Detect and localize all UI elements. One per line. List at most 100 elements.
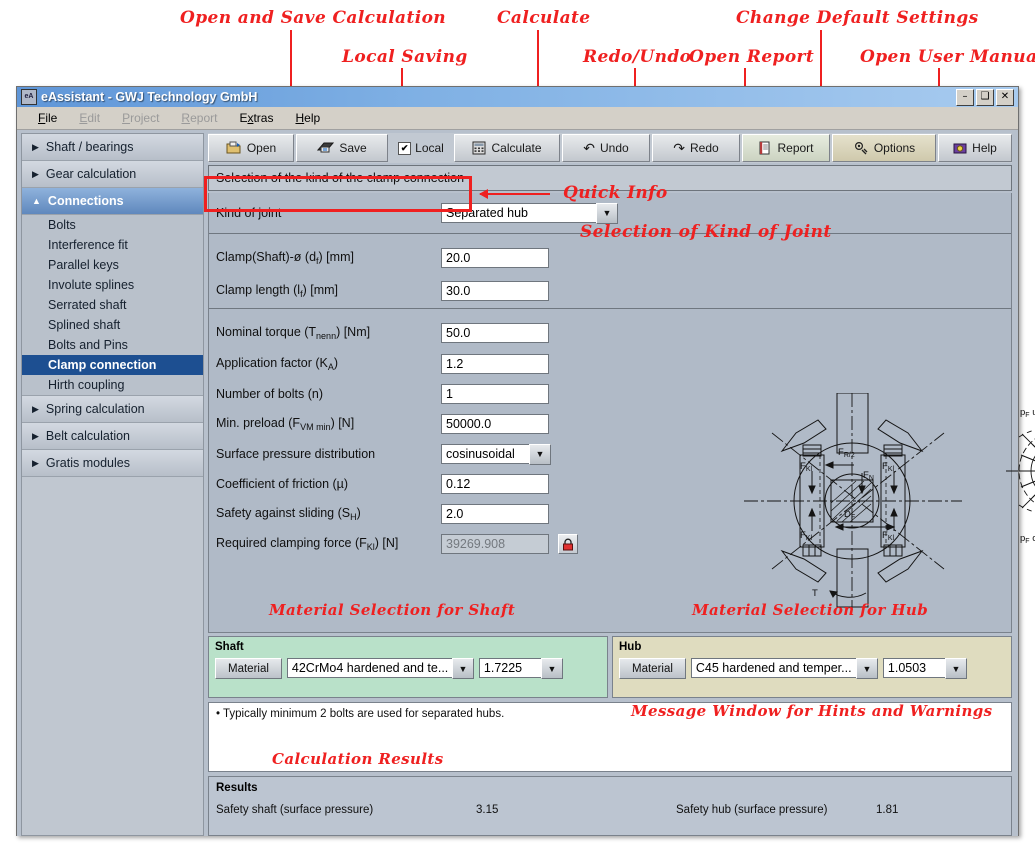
- annotation-redo-undo: Redo/Undo: [583, 47, 691, 67]
- hub-material-row: Material C45 hardened and temper... ▼ 1.…: [619, 658, 1005, 679]
- chevron-down-icon[interactable]: ▼: [856, 658, 878, 679]
- menu-extras[interactable]: Extras: [228, 109, 284, 127]
- results-title: Results: [216, 782, 1004, 794]
- shaft-material-combo[interactable]: 42CrMo4 hardened and te... ▼: [287, 658, 474, 679]
- hub-material-value[interactable]: C45 hardened and temper...: [691, 658, 856, 678]
- calculate-button[interactable]: Calculate: [454, 134, 560, 162]
- svg-text:FN: FN: [863, 470, 874, 482]
- chevron-down-icon[interactable]: ▼: [541, 658, 563, 679]
- svg-text:DF: DF: [844, 509, 855, 521]
- sidebar-item-splined-shaft[interactable]: Splined shaft: [22, 315, 203, 335]
- close-button[interactable]: ✕: [996, 89, 1014, 106]
- sidebar-group-shaft-bearings[interactable]: ▶ Shaft / bearings: [22, 134, 203, 161]
- svg-text:FKl: FKl: [882, 461, 894, 473]
- label-nominal-torque: Nominal torque (Tnenn) [Nm]: [216, 325, 441, 341]
- results-row: Safety shaft (surface pressure) 3.15 Saf…: [216, 804, 1004, 816]
- sidebar-item-interference-fit[interactable]: Interference fit: [22, 235, 203, 255]
- help-button[interactable]: Help: [938, 134, 1012, 162]
- svg-text:FKl: FKl: [800, 530, 812, 542]
- menu-edit[interactable]: Edit: [68, 109, 111, 127]
- sidebar-group-connections[interactable]: ▲ Connections: [22, 188, 203, 215]
- annotation-change-default-settings: Change Default Settings: [736, 8, 979, 28]
- chevron-down-icon[interactable]: ▼: [529, 444, 551, 465]
- quick-info-highlight-box: [204, 176, 472, 212]
- annotation-material-shaft: Material Selection for Shaft: [269, 601, 515, 619]
- save-button[interactable]: Save: [296, 134, 388, 162]
- chevron-down-icon[interactable]: ▼: [945, 658, 967, 679]
- annotation-open-report: Open Report: [689, 47, 814, 67]
- sidebar-group-belt-calculation[interactable]: ▶ Belt calculation: [22, 423, 203, 450]
- title-bar[interactable]: eA eAssistant - GWJ Technology GmbH – ❑ …: [17, 87, 1018, 107]
- sidebar-item-hirth-coupling[interactable]: Hirth coupling: [22, 375, 203, 395]
- local-checkbox[interactable]: ✔ Local: [390, 134, 452, 162]
- options-button[interactable]: Options: [832, 134, 936, 162]
- annotation-selection-kind-joint: Selection of Kind of Joint: [580, 222, 832, 242]
- menu-file[interactable]: FFileile: [27, 109, 68, 127]
- minimize-button[interactable]: –: [956, 89, 974, 106]
- hub-material-number-combo[interactable]: 1.0503 ▼: [883, 658, 967, 679]
- menu-project[interactable]: Project: [111, 109, 170, 127]
- shaft-material-number-combo[interactable]: 1.7225 ▼: [479, 658, 563, 679]
- chevron-right-icon: ▶: [32, 459, 39, 468]
- floppy-disk-icon: [317, 141, 334, 155]
- undo-button-label: Undo: [600, 141, 629, 155]
- sidebar-group-gear-calculation[interactable]: ▶ Gear calculation: [22, 161, 203, 188]
- shaft-material-number[interactable]: 1.7225: [479, 658, 541, 678]
- maximize-button[interactable]: ❑: [976, 89, 994, 106]
- clamp-diameter-input[interactable]: 20.0: [441, 248, 549, 268]
- surface-pressure-combo[interactable]: cosinusoidal ▼: [441, 444, 551, 465]
- row-application-factor: Application factor (KA) 1.2: [209, 349, 1011, 379]
- menu-help[interactable]: Help: [284, 109, 331, 127]
- sidebar-item-serrated-shaft[interactable]: Serrated shaft: [22, 295, 203, 315]
- redo-button[interactable]: ↷ Redo: [652, 134, 740, 162]
- nominal-torque-input[interactable]: 50.0: [441, 323, 549, 343]
- shaft-material-value[interactable]: 42CrMo4 hardened and te...: [287, 658, 452, 678]
- checkbox-checked-icon[interactable]: ✔: [398, 142, 411, 155]
- chevron-down-icon[interactable]: ▼: [596, 203, 618, 224]
- hub-panel-label: Hub: [619, 641, 641, 653]
- lock-icon: [562, 538, 574, 551]
- sidebar: ▶ Shaft / bearings ▶ Gear calculation ▲ …: [21, 133, 204, 836]
- application-factor-input[interactable]: 1.2: [441, 354, 549, 374]
- sidebar-item-parallel-keys[interactable]: Parallel keys: [22, 255, 203, 275]
- hub-material-button[interactable]: Material: [619, 658, 686, 679]
- svg-text:pF uniform: pF uniform: [1020, 407, 1035, 419]
- sidebar-group-label: Gratis modules: [46, 456, 130, 470]
- hub-material-number[interactable]: 1.0503: [883, 658, 945, 678]
- coefficient-of-friction-input[interactable]: 0.12: [441, 474, 549, 494]
- shaft-material-button[interactable]: Material: [215, 658, 282, 679]
- label-required-clamping-force: Required clamping force (FKl) [N]: [216, 536, 441, 552]
- svg-text:T: T: [812, 588, 818, 599]
- chevron-down-icon[interactable]: ▼: [452, 658, 474, 679]
- annotation-message-window: Message Window for Hints and Warnings: [631, 702, 993, 720]
- shaft-panel-header: Shaft: [215, 641, 601, 653]
- open-button[interactable]: Open: [208, 134, 294, 162]
- hub-material-combo[interactable]: C45 hardened and temper... ▼: [691, 658, 878, 679]
- sidebar-item-bolts-and-pins[interactable]: Bolts and Pins: [22, 335, 203, 355]
- report-button[interactable]: Report: [742, 134, 830, 162]
- shaft-panel-label: Shaft: [215, 641, 244, 653]
- number-of-bolts-input[interactable]: 1: [441, 384, 549, 404]
- min-preload-input[interactable]: 50000.0: [441, 414, 549, 434]
- lock-toggle-button[interactable]: [558, 534, 578, 554]
- redo-arrow-icon: ↷: [673, 140, 685, 157]
- report-document-icon: [758, 141, 772, 155]
- menu-report[interactable]: Report: [170, 109, 228, 127]
- undo-button[interactable]: ↶ Undo: [562, 134, 650, 162]
- open-button-label: Open: [247, 141, 276, 155]
- row-clamp-length: Clamp length (lf) [mm] 30.0: [209, 274, 1011, 308]
- sidebar-item-clamp-connection[interactable]: Clamp connection: [22, 355, 203, 375]
- annotation-quick-info: Quick Info: [563, 183, 668, 203]
- sidebar-item-involute-splines[interactable]: Involute splines: [22, 275, 203, 295]
- surface-pressure-value[interactable]: cosinusoidal: [441, 444, 529, 464]
- safety-against-sliding-input[interactable]: 2.0: [441, 504, 549, 524]
- help-button-label: Help: [972, 141, 997, 155]
- required-clamping-force-output: 39269.908: [441, 534, 549, 554]
- annotation-calculate: Calculate: [497, 8, 590, 28]
- sidebar-group-spring-calculation[interactable]: ▶ Spring calculation: [22, 395, 203, 423]
- clamp-length-input[interactable]: 30.0: [441, 281, 549, 301]
- sidebar-group-gratis-modules[interactable]: ▶ Gratis modules: [22, 450, 203, 477]
- options-button-label: Options: [874, 141, 915, 155]
- sidebar-item-bolts[interactable]: Bolts: [22, 215, 203, 235]
- svg-text:FKl: FKl: [882, 530, 894, 542]
